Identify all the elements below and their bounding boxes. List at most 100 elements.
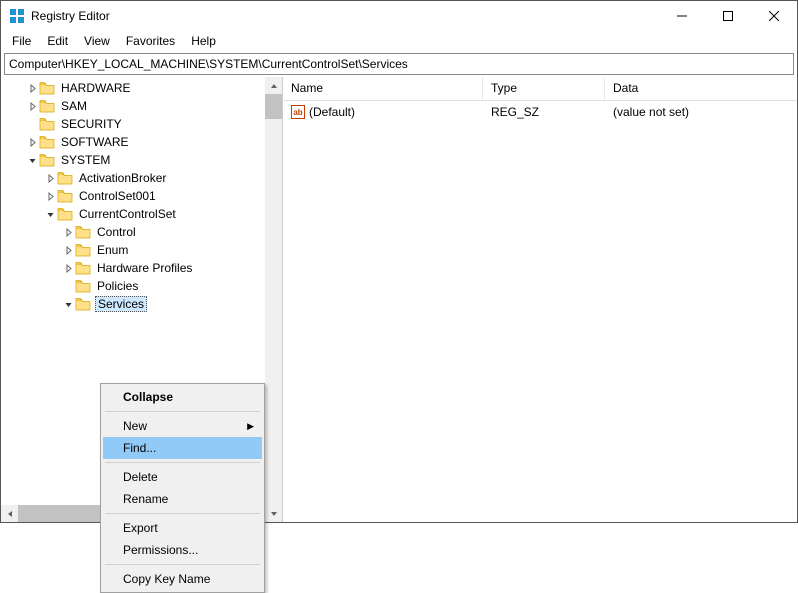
tree-item[interactable]: SYSTEM	[1, 151, 282, 169]
context-menu-item[interactable]: Collapse	[103, 386, 262, 408]
tree-label: Services	[95, 296, 147, 312]
tree-label: SAM	[59, 99, 89, 113]
context-menu-label: Delete	[123, 470, 158, 484]
titlebar[interactable]: Registry Editor	[1, 1, 797, 31]
chevron-down-icon[interactable]	[43, 210, 57, 219]
tree-item[interactable]: SOFTWARE	[1, 133, 282, 151]
chevron-right-icon[interactable]	[43, 192, 57, 201]
list-header: Name Type Data	[283, 77, 797, 101]
tree-item[interactable]: CurrentControlSet	[1, 205, 282, 223]
context-menu-label: Copy Key Name	[123, 572, 210, 586]
menubar: File Edit View Favorites Help	[1, 31, 797, 51]
tree-item[interactable]: ActivationBroker	[1, 169, 282, 187]
column-name[interactable]: Name	[283, 77, 483, 100]
chevron-down-icon[interactable]	[61, 300, 75, 309]
tree-item[interactable]: Control	[1, 223, 282, 241]
column-type[interactable]: Type	[483, 77, 605, 100]
folder-icon	[75, 243, 91, 257]
address-text: Computer\HKEY_LOCAL_MACHINE\SYSTEM\Curre…	[9, 57, 408, 71]
value-name-cell: ab (Default)	[283, 105, 483, 119]
tree-label: Control	[95, 225, 138, 239]
scroll-track[interactable]	[265, 94, 282, 505]
address-bar[interactable]: Computer\HKEY_LOCAL_MACHINE\SYSTEM\Curre…	[4, 53, 794, 75]
context-menu-label: Permissions...	[123, 543, 198, 557]
content-area: HARDWARE SAM SECURITY SOFTWARE SYSTEM Activat…	[1, 77, 797, 522]
tree-item[interactable]: Hardware Profiles	[1, 259, 282, 277]
tree-item[interactable]: Policies	[1, 277, 282, 295]
tree-label: Enum	[95, 243, 130, 257]
chevron-right-icon[interactable]	[43, 174, 57, 183]
tree-label: SECURITY	[59, 117, 124, 131]
submenu-arrow-icon: ▶	[247, 421, 254, 432]
scroll-down-button[interactable]	[265, 505, 282, 522]
context-menu-item[interactable]: Find...	[103, 437, 262, 459]
folder-icon	[57, 207, 73, 221]
context-menu-item[interactable]: Rename	[103, 488, 262, 510]
context-menu-item[interactable]: Export	[103, 517, 262, 539]
window-title: Registry Editor	[31, 9, 659, 23]
folder-icon	[57, 189, 73, 203]
string-value-icon: ab	[291, 105, 305, 119]
context-menu-label: New	[123, 419, 147, 433]
scroll-left-button[interactable]	[1, 505, 18, 522]
window-controls	[659, 1, 797, 31]
tree-item[interactable]: ControlSet001	[1, 187, 282, 205]
menu-favorites[interactable]: Favorites	[119, 32, 182, 50]
context-menu: Collapse New ▶ Find... Delete Rename Export Per…	[100, 383, 265, 593]
menu-help[interactable]: Help	[184, 32, 223, 50]
maximize-button[interactable]	[705, 1, 751, 31]
tree-item[interactable]: SAM	[1, 97, 282, 115]
minimize-button[interactable]	[659, 1, 705, 31]
tree-label: Hardware Profiles	[95, 261, 194, 275]
tree-label: ActivationBroker	[77, 171, 168, 185]
chevron-right-icon[interactable]	[61, 264, 75, 273]
vertical-scrollbar[interactable]	[265, 77, 282, 522]
menu-file[interactable]: File	[5, 32, 38, 50]
tree-item[interactable]: Services	[1, 295, 282, 313]
menu-separator	[105, 513, 260, 514]
chevron-right-icon[interactable]	[25, 102, 39, 111]
chevron-right-icon[interactable]	[25, 138, 39, 147]
context-menu-label: Export	[123, 521, 158, 535]
value-data: (value not set)	[605, 105, 755, 119]
value-type: REG_SZ	[483, 105, 605, 119]
tree-label: HARDWARE	[59, 81, 133, 95]
close-button[interactable]	[751, 1, 797, 31]
folder-icon	[39, 135, 55, 149]
menu-edit[interactable]: Edit	[40, 32, 75, 50]
values-list[interactable]: ab (Default) REG_SZ(value not set)	[283, 101, 797, 522]
context-menu-item[interactable]: Delete	[103, 466, 262, 488]
folder-icon	[75, 297, 91, 311]
tree-label: SOFTWARE	[59, 135, 131, 149]
chevron-down-icon[interactable]	[25, 156, 39, 165]
column-data[interactable]: Data	[605, 77, 755, 100]
menu-separator	[105, 462, 260, 463]
folder-icon	[75, 279, 91, 293]
menu-view[interactable]: View	[77, 32, 117, 50]
menu-separator	[105, 564, 260, 565]
scroll-up-button[interactable]	[265, 77, 282, 94]
tree-item[interactable]: SECURITY	[1, 115, 282, 133]
context-menu-label: Collapse	[123, 390, 173, 404]
chevron-right-icon[interactable]	[61, 228, 75, 237]
chevron-right-icon[interactable]	[61, 246, 75, 255]
context-menu-item[interactable]: Copy Key Name	[103, 568, 262, 590]
context-menu-label: Find...	[123, 441, 156, 455]
chevron-right-icon[interactable]	[25, 84, 39, 93]
registry-tree[interactable]: HARDWARE SAM SECURITY SOFTWARE SYSTEM Activat…	[1, 77, 282, 315]
tree-item[interactable]: Enum	[1, 241, 282, 259]
app-icon	[9, 8, 25, 24]
tree-item[interactable]: HARDWARE	[1, 79, 282, 97]
context-menu-item[interactable]: Permissions...	[103, 539, 262, 561]
context-menu-item[interactable]: New ▶	[103, 415, 262, 437]
value-row[interactable]: ab (Default) REG_SZ(value not set)	[283, 103, 797, 121]
scroll-thumb[interactable]	[265, 94, 282, 119]
context-menu-label: Rename	[123, 492, 168, 506]
registry-editor-window: Registry Editor File Edit View Favorites…	[0, 0, 798, 523]
folder-icon	[57, 171, 73, 185]
tree-label: Policies	[95, 279, 140, 293]
folder-icon	[39, 99, 55, 113]
tree-label: CurrentControlSet	[77, 207, 178, 221]
folder-icon	[75, 261, 91, 275]
value-name: (Default)	[309, 105, 355, 119]
